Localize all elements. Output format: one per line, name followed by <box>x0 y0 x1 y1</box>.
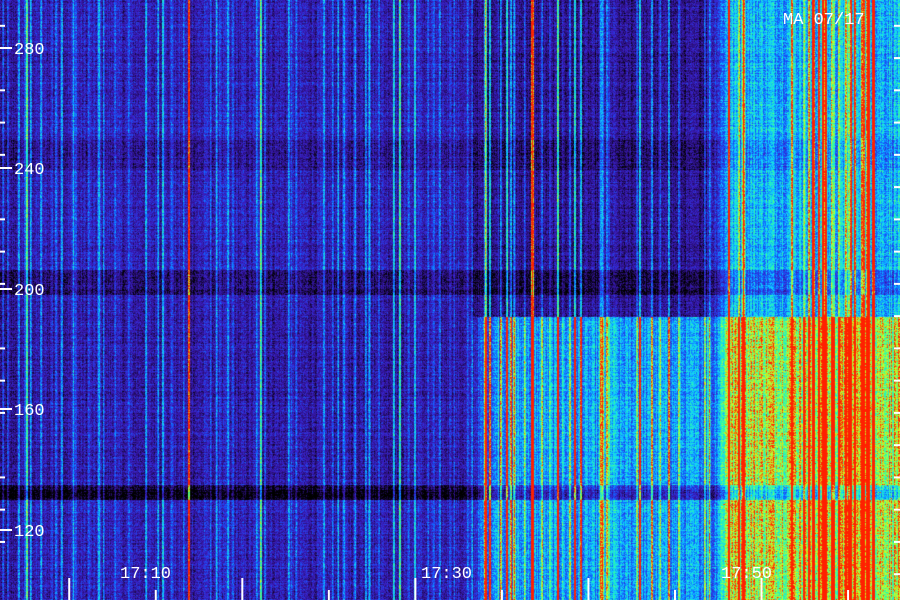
x-tick-label: 17:10 <box>120 565 171 584</box>
y-tick-label: 280 <box>14 41 45 60</box>
y-tick-label: 160 <box>14 402 45 421</box>
y-minor-ticks-right <box>894 24 900 576</box>
y-axis: 280 240 200 160 120 <box>0 24 900 576</box>
chart-overlay: MA 07/17 280 240 200 160 120 17:10 17:30… <box>0 11 900 600</box>
x-tick-label: 17:30 <box>421 565 472 584</box>
y-tick-label: 120 <box>14 523 45 542</box>
x-axis: 17:10 17:30 17:50 <box>68 565 850 600</box>
y-tick-label: 240 <box>14 161 45 180</box>
y-minor-ticks-left <box>0 24 5 543</box>
y-tick-label: 200 <box>14 282 45 301</box>
x-tick-label: 17:50 <box>721 565 772 584</box>
chart-title: MA 07/17 <box>783 11 865 30</box>
